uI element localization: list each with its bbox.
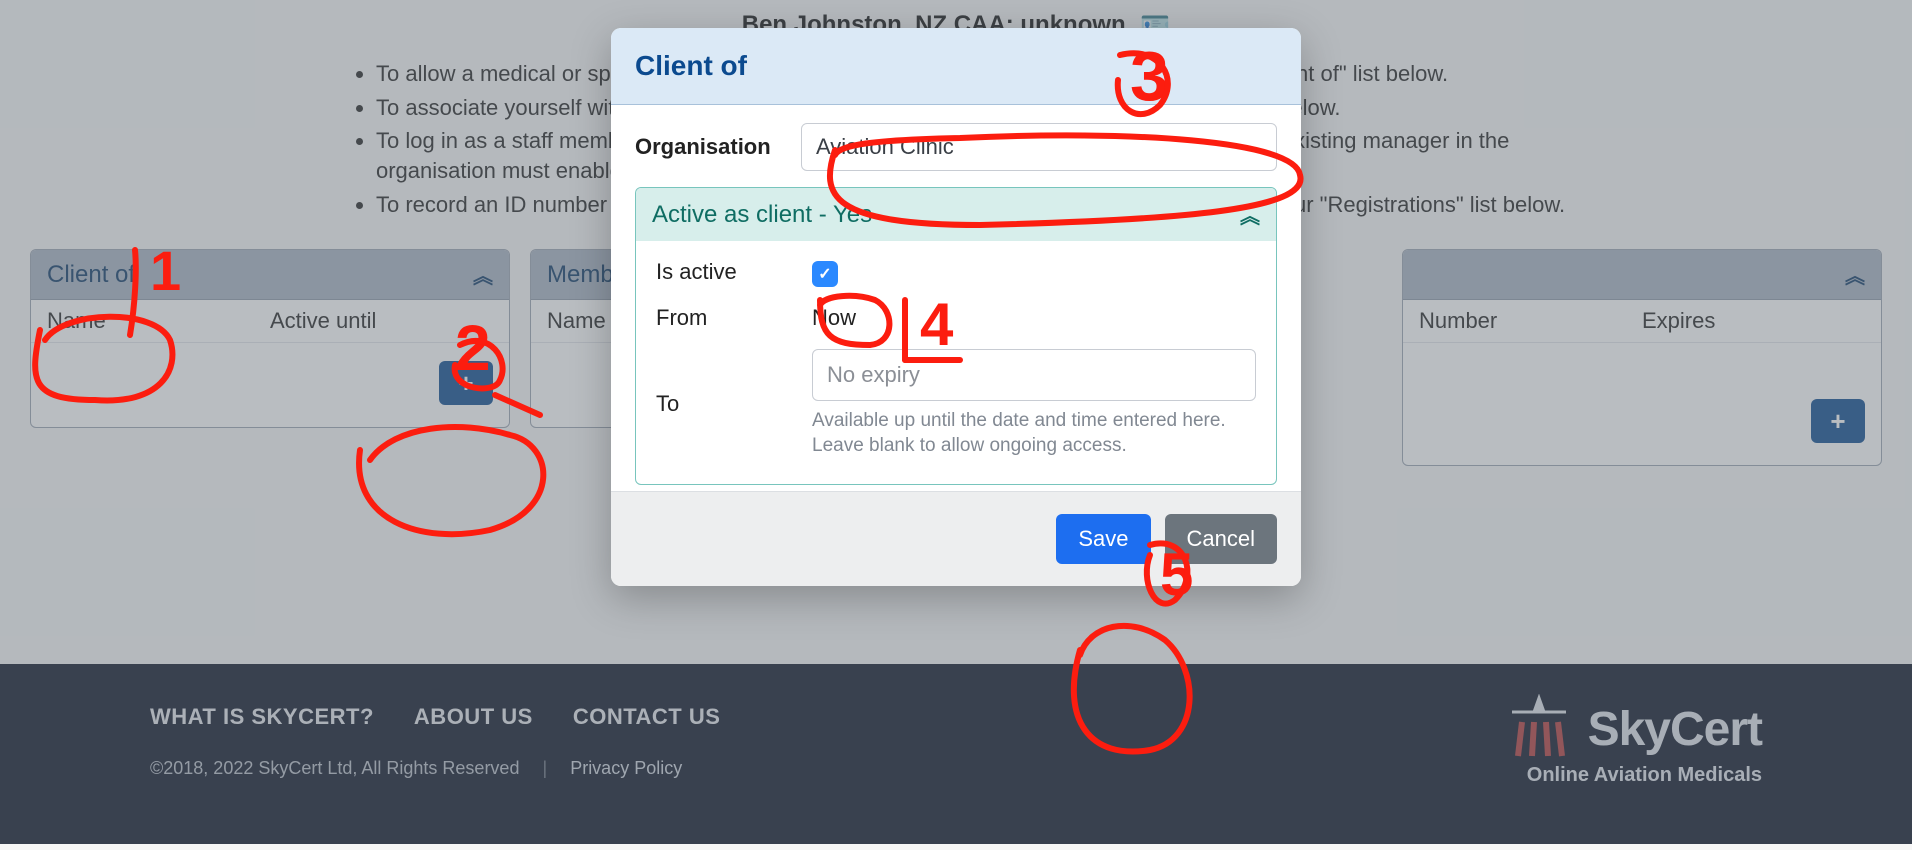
from-value: Now: [812, 305, 1256, 331]
from-label: From: [656, 305, 796, 331]
is-active-checkbox[interactable]: ✓: [812, 261, 838, 287]
modal-title: Client of: [611, 28, 1301, 105]
to-help-text: Available up until the date and time ent…: [812, 409, 1256, 458]
organisation-select[interactable]: Aviation Clinic ⌄: [801, 123, 1277, 171]
chevron-down-icon: ⌄: [1249, 137, 1262, 157]
save-button[interactable]: Save: [1056, 514, 1150, 564]
active-section: Active as client - Yes ︽ Is active ✓ Fro…: [635, 187, 1277, 485]
section-title: Active as client - Yes: [652, 201, 872, 229]
active-section-head[interactable]: Active as client - Yes ︽: [636, 188, 1276, 241]
is-active-label: Is active: [656, 259, 796, 285]
to-label: To: [656, 391, 796, 417]
organisation-value: Aviation Clinic: [816, 134, 954, 160]
chevron-double-up-icon[interactable]: ︽: [1240, 200, 1260, 229]
cancel-button[interactable]: Cancel: [1165, 514, 1277, 564]
client-of-modal: Client of Organisation Aviation Clinic ⌄…: [611, 28, 1301, 586]
modal-footer: Save Cancel: [611, 491, 1301, 586]
organisation-label: Organisation: [635, 134, 785, 160]
to-input[interactable]: [812, 349, 1256, 401]
